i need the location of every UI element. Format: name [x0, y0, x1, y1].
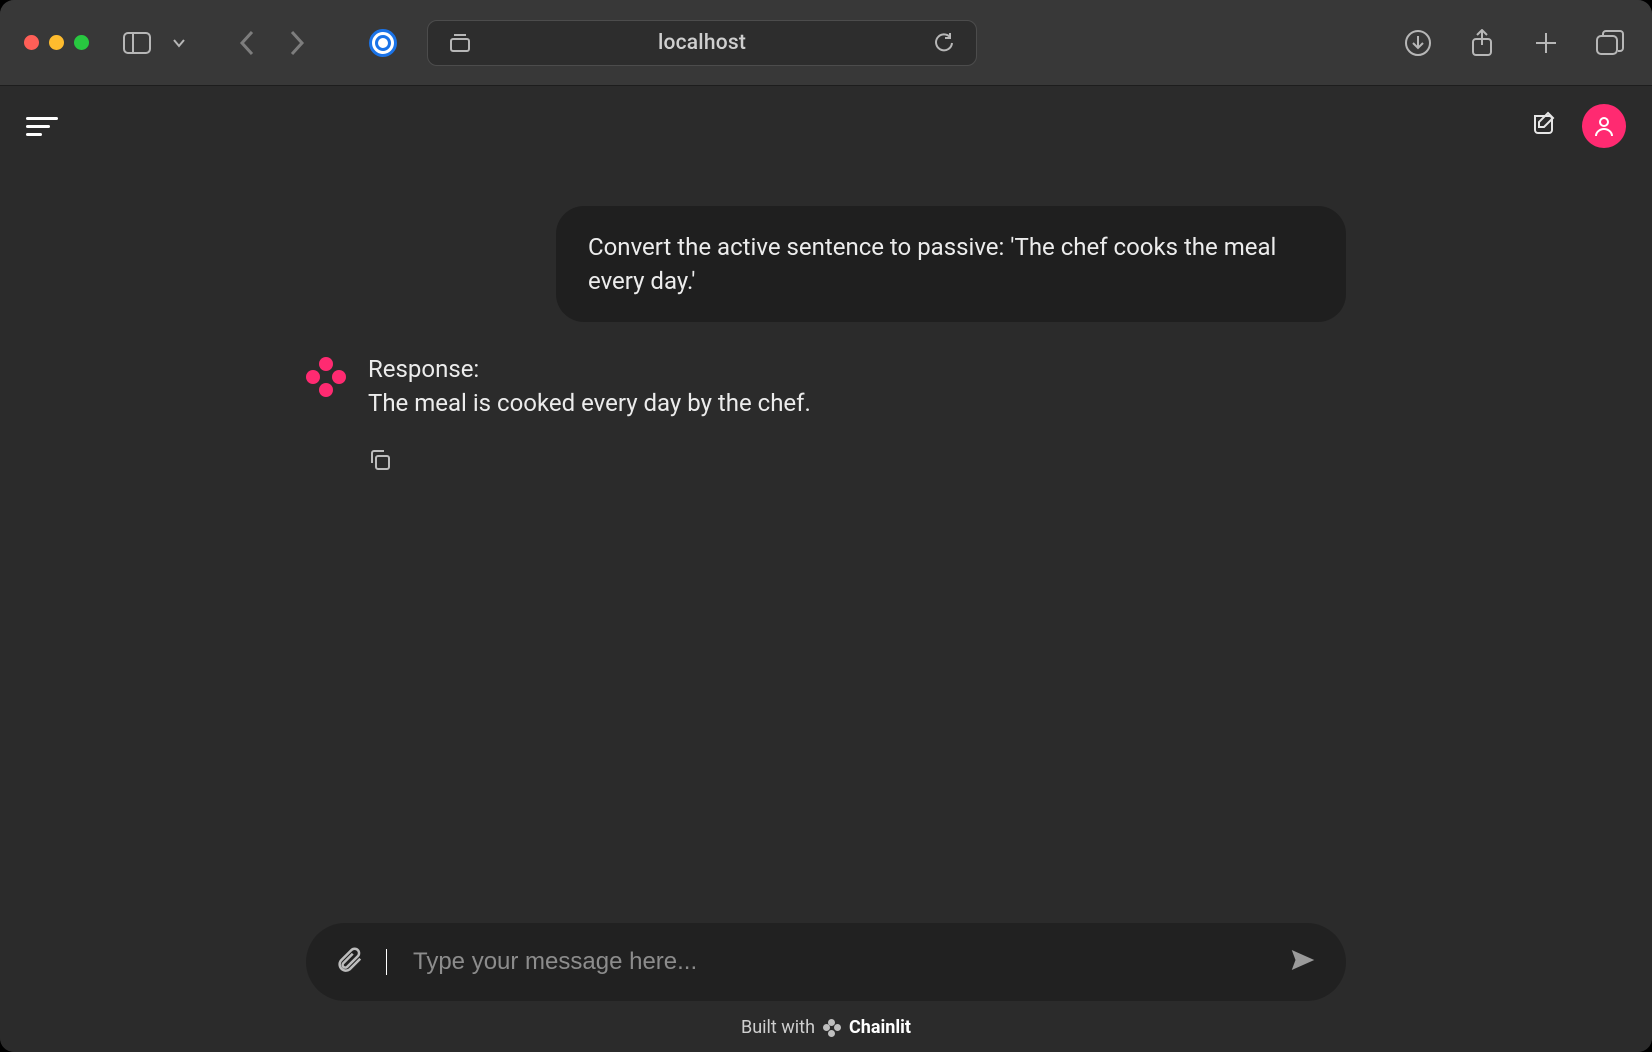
window-minimize-icon[interactable]	[49, 35, 64, 50]
nav-forward-icon[interactable]	[279, 25, 315, 61]
chevron-down-icon[interactable]	[161, 25, 197, 61]
assistant-message: Response: The meal is cooked every day b…	[306, 352, 1346, 420]
footer: Built with Chainlit	[741, 1017, 911, 1038]
tab-overview-icon[interactable]	[1592, 25, 1628, 61]
send-icon[interactable]	[1288, 945, 1318, 979]
window-close-icon[interactable]	[24, 35, 39, 50]
composer-area: Built with Chainlit	[0, 923, 1652, 1052]
window-zoom-icon[interactable]	[74, 35, 89, 50]
user-avatar[interactable]	[1582, 104, 1626, 148]
url-text: localhost	[428, 31, 976, 55]
browser-toolbar: localhost	[0, 0, 1652, 86]
user-message: Convert the active sentence to passive: …	[556, 206, 1346, 322]
nav-back-icon[interactable]	[229, 25, 265, 61]
new-tab-icon[interactable]	[1528, 25, 1564, 61]
message-input[interactable]	[413, 948, 1266, 976]
browser-window: localhost	[0, 0, 1652, 1052]
assistant-line-1: Response:	[368, 352, 811, 386]
onepassword-icon[interactable]	[369, 29, 397, 57]
menu-icon[interactable]	[26, 117, 58, 136]
reload-icon[interactable]	[926, 25, 962, 61]
assistant-line-2: The meal is cooked every day by the chef…	[368, 386, 811, 420]
address-bar[interactable]: localhost	[427, 20, 977, 66]
footer-prefix: Built with	[741, 1017, 815, 1038]
sidebar-toggle-icon[interactable]	[119, 25, 155, 61]
app-header	[0, 86, 1652, 166]
composer	[306, 923, 1346, 1001]
chat-app: Convert the active sentence to passive: …	[0, 86, 1652, 1052]
chainlit-logo-icon	[823, 1019, 841, 1037]
share-icon[interactable]	[1464, 25, 1500, 61]
assistant-avatar-icon	[306, 357, 346, 397]
downloads-icon[interactable]	[1400, 25, 1436, 61]
copy-icon[interactable]	[368, 448, 394, 474]
new-chat-icon[interactable]	[1530, 110, 1558, 142]
chat-scroll: Convert the active sentence to passive: …	[0, 166, 1652, 923]
footer-brand[interactable]: Chainlit	[849, 1017, 911, 1038]
input-caret	[386, 949, 387, 975]
attach-icon[interactable]	[334, 945, 364, 979]
website-settings-icon[interactable]	[442, 25, 478, 61]
window-controls	[24, 35, 89, 50]
